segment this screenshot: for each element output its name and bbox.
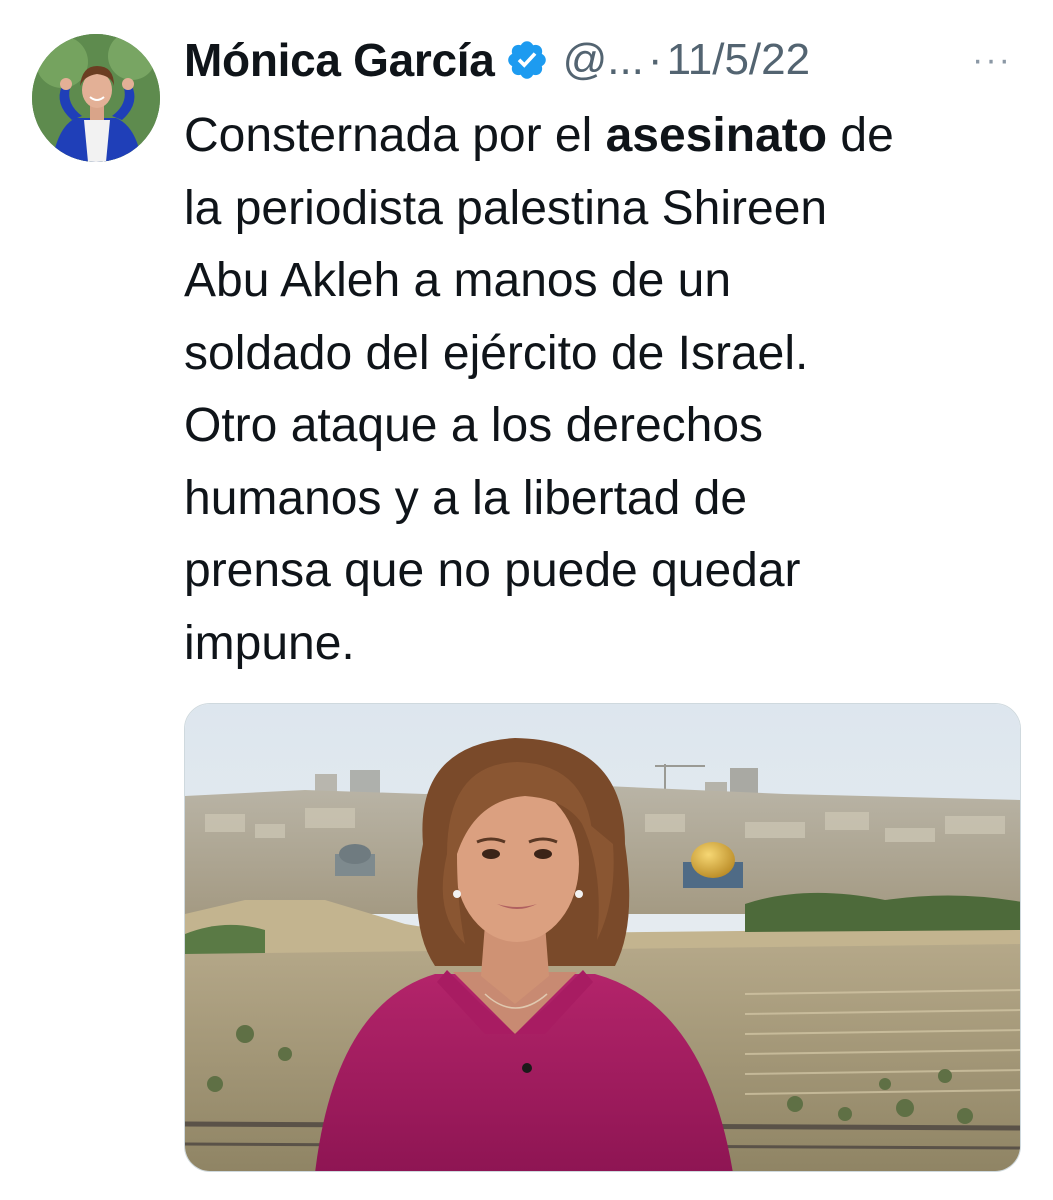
avatar[interactable] [32,34,160,162]
more-options-icon[interactable]: ··· [968,40,1016,80]
tweet-text-line: la periodista palestina Shireen [184,181,828,235]
tweet-text-line: Otro ataque a los derechos [184,399,764,452]
tweet-text-line: prensa que no puede quedar [184,544,801,597]
tweet[interactable]: Mónica García @... · 11/5/22 ··· Conster… [0,0,1053,1200]
tweet-header: Mónica García @... · 11/5/22 [184,30,810,90]
attached-photo-icon [185,704,1020,1171]
tweet-media[interactable] [184,703,1021,1172]
verified-badge-icon [505,38,549,82]
text-segment: de [827,109,894,162]
tweet-text: Consternada por el asesinato de la perio… [184,100,1024,680]
bold-text-segment: asesinato [605,109,828,162]
tweet-text-line: humanos y a la libertad de [184,471,748,525]
separator: · [647,35,663,84]
tweet-text-line: Consternada por el asesinato de [184,100,1024,173]
text-segment: Consternada por el [184,109,606,162]
profile-photo-icon [32,34,160,162]
tweet-text-line: soldado del ejército de Israel. [184,326,809,380]
tweet-text-line: impune. [184,616,355,670]
tweet-date[interactable]: 11/5/22 [667,35,811,85]
tweet-text-line: Abu Akleh a manos de un [184,254,732,307]
author-handle[interactable]: @... [563,35,644,85]
author-name[interactable]: Mónica García [184,33,495,87]
